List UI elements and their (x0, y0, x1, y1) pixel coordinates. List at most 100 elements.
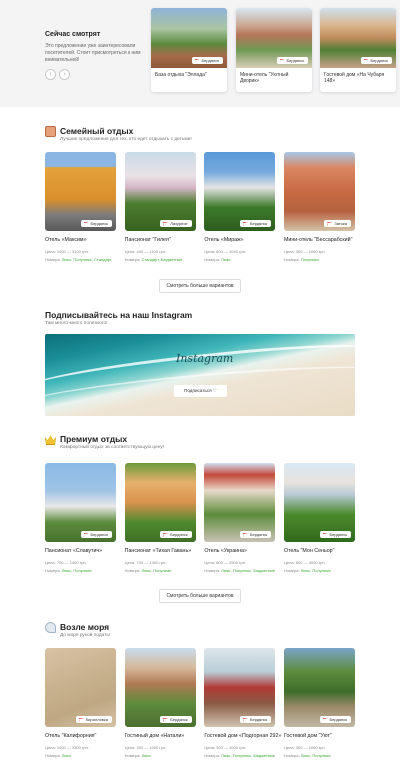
location-city: Бердянск (329, 717, 347, 722)
hotel-rooms: Номера: Люкс, Полулюкс (45, 568, 116, 573)
rooms-value[interactable]: Стандарт, Бюджетные (141, 257, 182, 262)
rooms-label: Номера: (45, 568, 61, 573)
section-subtitle: Комфортный отдых за соответствующую цену… (60, 445, 165, 450)
location-badge: Бердянск (239, 531, 272, 538)
hotel-card[interactable]: Затока Мини-отель "Бессарабский" Цена: 3… (283, 152, 355, 262)
hotel-name: Пансионат "Гилея" (124, 237, 171, 243)
watching-description: Это предложение уже заинтересовали посет… (45, 43, 141, 63)
location-city: Бердянск (201, 58, 219, 63)
instagram-wordmark: Instagram (176, 352, 234, 365)
watching-card[interactable]: Бердянск Гостевой дом «На Чубаря 148» (320, 8, 396, 92)
hotel-card[interactable]: Бердянск Гостевой дом «Подгорная 292» Це… (204, 648, 282, 758)
hotel-price: Цена: 300 — 1000 грн. (283, 745, 326, 750)
location-city: Бердянск (170, 717, 188, 722)
instagram-banner: Instagram Подписаться ♡ (45, 334, 355, 416)
rooms-value[interactable]: Люкс, Полулюкс, Бюджетные (221, 568, 275, 573)
rooms-value[interactable]: Люкс (141, 753, 150, 758)
chevron-left-icon[interactable]: ‹ (45, 69, 56, 80)
hotel-photo: Бердянск (124, 463, 196, 542)
rooms-value[interactable]: Люкс, Полулюкс (62, 568, 92, 573)
hotel-photo: Бердянск (204, 152, 276, 231)
location-badge: Бердянск (191, 57, 223, 64)
instagram-subtitle: Там много-много полезного! (45, 321, 108, 326)
location-flag-icon (83, 221, 89, 226)
hotel-card[interactable]: Лазурное Пансионат "Гилея" Цена: 400 — 1… (124, 152, 196, 262)
hotel-name: Гостевой дом «Подгорная 292» (204, 733, 282, 739)
location-city: Лазурное (170, 221, 188, 226)
watching-section: Сейчас смотрят Это предложение уже заинт… (0, 0, 400, 107)
rooms-value[interactable]: Полулюкс (301, 257, 319, 262)
hotel-name: Отель "Мон Сеньор" (283, 548, 335, 554)
location-flag-icon (279, 58, 285, 63)
hotel-name: Отель «Украина» (204, 548, 247, 554)
hotel-price: Цена: 400 — 1100 грн. (124, 249, 167, 254)
hotel-photo: Бердянск (320, 8, 396, 68)
subscribe-button[interactable]: Подписаться ♡ (174, 385, 227, 397)
hotel-photo: Бердянск (204, 648, 276, 727)
hotel-photo: Бердянск (283, 463, 355, 542)
hotel-card[interactable]: Бердянск Отель "Мон Сеньор" Цена: 800 — … (283, 463, 355, 573)
location-flag-icon (163, 221, 169, 226)
rooms-value[interactable]: Люкс, Полулюкс (301, 753, 331, 758)
rooms-value[interactable]: Люкс, Полулюкс (301, 568, 331, 573)
hotel-card[interactable]: Бердянск Отель «Украина» Цена: 800 — 250… (204, 463, 276, 573)
rooms-value[interactable]: Люкс, Полулюкс, Стандарт (62, 257, 112, 262)
section-title: Семейный отдых (60, 126, 134, 136)
rooms-label: Номера: (283, 257, 300, 262)
family-header: Семейный отдых Лучшие предложения для те… (45, 126, 192, 143)
hotel-name: Пансионат «Славутич» (45, 548, 103, 554)
hotel-name: Отель «Мираж» (204, 237, 244, 243)
location-badge: Бердянск (276, 57, 308, 64)
hotel-card[interactable]: Кирилловка Отель "Калифорния" Цена: 1000… (45, 648, 116, 758)
hotel-rooms: Номера: Люкс (45, 753, 116, 758)
premium-grid: Бердянск Пансионат «Славутич» Цена: 700 … (45, 463, 355, 573)
hotel-photo: Бердянск (236, 8, 312, 68)
chevron-right-icon[interactable]: › (59, 69, 70, 80)
location-city: Бердянск (90, 532, 108, 537)
location-city: Бердянск (90, 221, 108, 226)
watching-card[interactable]: Бердянск Мини-отель "Уютный Дворик» (236, 8, 312, 92)
location-city: Бердянск (249, 532, 268, 537)
location-badge: Бердянск (319, 531, 351, 538)
hotel-card[interactable]: Бердянск Отель «Максим» Цена: 1000 — 310… (45, 152, 116, 262)
watching-nav: ‹ › (45, 69, 70, 80)
hotel-photo: Бердянск (124, 648, 196, 727)
watching-card[interactable]: Бердянск База отдыха "Эллада" (151, 8, 227, 92)
hotel-price: Цена: 800 — 1040 грн. (204, 249, 247, 254)
hotel-rooms: Номера: Люкс, Полулюкс, Стандарт (45, 257, 116, 262)
hotel-photo: Бердянск (151, 8, 227, 68)
hotel-card[interactable]: Бердянск Пансионат «Славутич» Цена: 700 … (45, 463, 116, 573)
hotel-rooms: Номера: Люкс, Полулюкс, Бюджетные (204, 568, 275, 573)
hotel-card[interactable]: Бердянск Пансионат «Тихая Гавань» Цена: … (124, 463, 196, 573)
hotel-rooms: Номера: Люкс (125, 753, 196, 758)
location-badge: Бердянск (80, 220, 112, 227)
rooms-value[interactable]: Люкс (62, 753, 71, 758)
more-options-button[interactable]: Смотреть больше вариантов (159, 279, 241, 293)
hotel-price: Цена: 700 — 1400 грн. (124, 560, 167, 565)
rooms-label: Номера: (124, 257, 141, 262)
section-subtitle: До моря рукой подать! (60, 633, 111, 638)
location-flag-icon (327, 221, 333, 226)
shell-icon (45, 622, 56, 633)
location-city: Бердянск (286, 58, 304, 63)
location-flag-icon (242, 717, 248, 722)
hotel-price: Цена: 300 — 1000 грн. (124, 745, 167, 750)
hotel-name: Гостевой дом "Уют" (283, 733, 332, 739)
hotel-photo: Лазурное (124, 152, 196, 231)
watching-title: Сейчас смотрят (45, 31, 101, 38)
location-city: Бердянск (170, 532, 188, 537)
location-city: Кирилловка (85, 717, 108, 722)
family-grid: Бердянск Отель «Максим» Цена: 1000 — 310… (45, 152, 355, 262)
hotel-rooms: Номера: Люкс (204, 257, 275, 262)
location-badge: Бердянск (319, 716, 351, 723)
hotel-card[interactable]: Бердянск Гостевой дом "Уют" Цена: 300 — … (283, 648, 355, 758)
section-title: Премиум отдых (60, 434, 128, 444)
hotel-card[interactable]: Бердянск Отель «Мираж» Цена: 800 — 1040 … (204, 152, 276, 262)
rooms-value[interactable]: Люкс, Полулюкс, Бюджетные (221, 753, 275, 758)
hotel-price: Цена: 700 — 1400 грн. (45, 560, 87, 565)
rooms-value[interactable]: Люкс (221, 257, 230, 262)
more-options-button[interactable]: Смотреть больше вариантов (159, 589, 241, 603)
hotel-card[interactable]: Бердянск Гостиный дом «Натали» Цена: 300… (124, 648, 196, 758)
hotel-name: Гостиный дом «Натали» (124, 733, 185, 739)
rooms-value[interactable]: Люкс, Полулюкс (141, 568, 171, 573)
